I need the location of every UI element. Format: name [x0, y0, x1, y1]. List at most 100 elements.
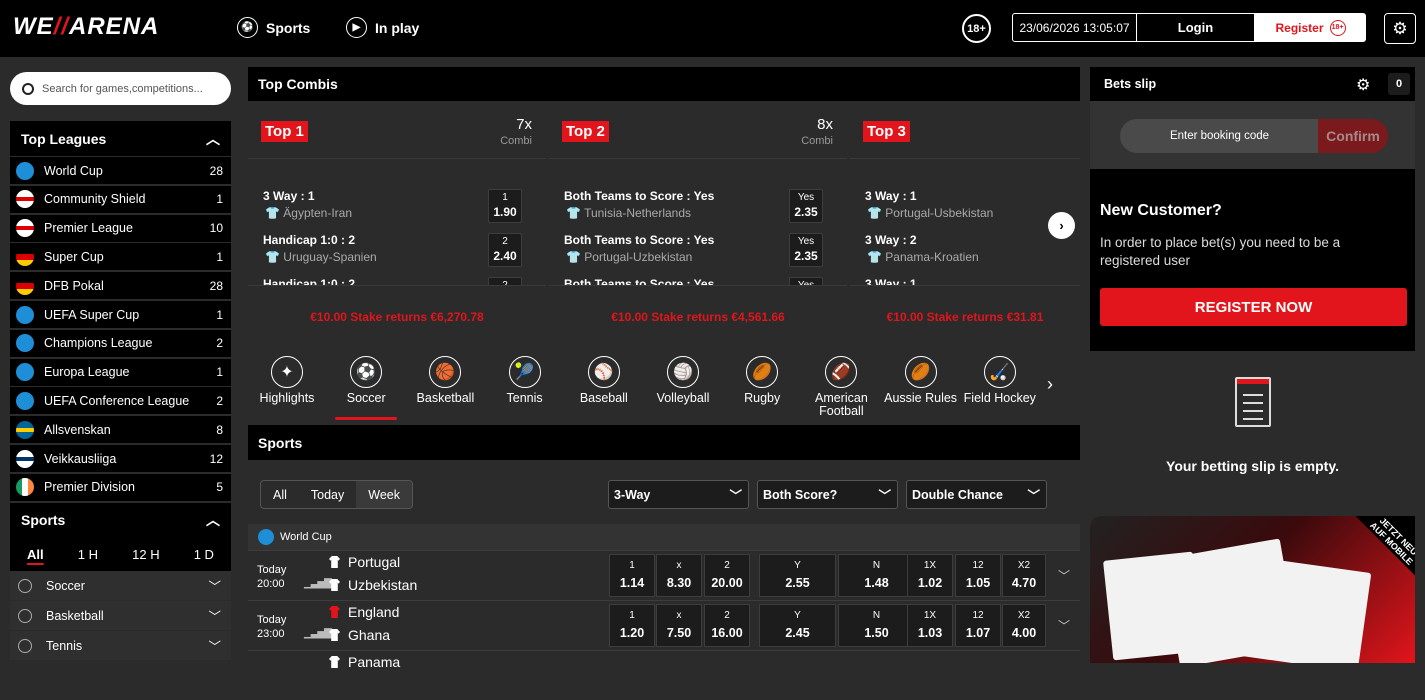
- combis-next-button[interactable]: ›: [1048, 212, 1075, 239]
- combi-returns[interactable]: €10.00 Stake returns €31.81: [850, 285, 1080, 348]
- odd-button[interactable]: 1X 1.03: [907, 604, 953, 647]
- tab-1h[interactable]: 1 H: [78, 547, 98, 562]
- nav-inplay[interactable]: ▶ In play: [346, 17, 419, 38]
- sport-tab-volleyball[interactable]: 🏐 Volleyball: [644, 356, 722, 405]
- league-item[interactable]: Community Shield 1: [10, 184, 231, 213]
- combi-odd[interactable]: Yes 2.35: [789, 233, 823, 267]
- odd-button[interactable]: Y 2.55: [759, 554, 836, 597]
- chevron-down-icon[interactable]: ﹀: [1058, 567, 1070, 584]
- sport-tab-baseball[interactable]: ⚾ Baseball: [565, 356, 643, 405]
- tab-all[interactable]: All: [27, 547, 44, 562]
- flag-icon: [16, 449, 34, 468]
- sport-tab-tennis[interactable]: 🎾 Tennis: [486, 356, 564, 405]
- league-item[interactable]: Premier League 10: [10, 213, 231, 242]
- odd-label: N: [872, 560, 881, 571]
- register-button[interactable]: Register 18+: [1255, 13, 1366, 42]
- odd-button[interactable]: X2 4.00: [1002, 604, 1046, 647]
- stake-label: €10.00 Stake returns: [310, 310, 427, 324]
- tab-1d[interactable]: 1 D: [194, 547, 214, 562]
- selection-pick: Yes: [693, 233, 715, 247]
- market-dropdown-both-score[interactable]: Both Score? ﹀: [757, 480, 898, 509]
- odd-button[interactable]: 1X 1.02: [907, 554, 953, 597]
- search-icon: [22, 82, 34, 95]
- chevron-right-icon: ›: [1059, 218, 1064, 233]
- match-time: Today 20:00: [257, 563, 286, 591]
- odd-button[interactable]: X2 4.70: [1002, 554, 1046, 597]
- flag-icon: [16, 305, 34, 324]
- league-item[interactable]: Allsvenskan 8: [10, 415, 231, 444]
- login-button[interactable]: Login: [1137, 13, 1255, 42]
- match-row[interactable]: Panama: [248, 650, 1080, 700]
- combi-odd[interactable]: 21.65: [488, 277, 522, 285]
- combi-returns[interactable]: €10.00 Stake returns €6,270.78: [248, 285, 546, 348]
- odd-button[interactable]: x 7.50: [656, 604, 702, 647]
- settings-button[interactable]: ⚙: [1384, 13, 1416, 44]
- league-item[interactable]: DFB Pokal 28: [10, 271, 231, 300]
- odd-button[interactable]: 2 16.00: [704, 604, 750, 647]
- odd-button[interactable]: 1 1.14: [609, 554, 655, 597]
- league-item[interactable]: UEFA Super Cup 1: [10, 300, 231, 328]
- league-count: 28: [209, 278, 223, 293]
- logo[interactable]: WE//ARENA: [13, 13, 159, 41]
- top-leagues-header[interactable]: Top Leagues ︿: [10, 121, 231, 156]
- nav-sports[interactable]: ⚽ Sports: [237, 17, 310, 38]
- mobile-promo-banner[interactable]: [1090, 516, 1415, 663]
- market-dropdown-double-chance[interactable]: Double Chance ﹀: [906, 480, 1047, 509]
- sport-tab-highlights[interactable]: ✦ Highlights: [248, 356, 326, 405]
- sport-row-basketball[interactable]: Basketball ﹀: [10, 601, 231, 630]
- league-item[interactable]: Super Cup 1: [10, 242, 231, 271]
- chevron-down-icon[interactable]: ﹀: [1058, 617, 1070, 634]
- odd-button[interactable]: 2 20.00: [704, 554, 750, 597]
- sport-tab-aussie-rules[interactable]: 🏉 Aussie Rules: [882, 356, 960, 405]
- odd-button[interactable]: 1 1.20: [609, 604, 655, 647]
- gear-icon[interactable]: ⚙: [1356, 75, 1370, 95]
- league-count: 2: [216, 393, 223, 408]
- odd-button[interactable]: Y 2.45: [759, 604, 836, 647]
- odd-button[interactable]: 12 1.07: [955, 604, 1001, 647]
- sport-tab-basketball[interactable]: 🏀 Basketball: [406, 356, 484, 405]
- odd-button[interactable]: N 1.50: [838, 604, 915, 647]
- tab-12h[interactable]: 12 H: [132, 547, 159, 562]
- combi-selection: 3 Way : 1 👕 Ägypten-Iran 1 1.90: [263, 189, 531, 231]
- league-item[interactable]: Veikkausliiga 12: [10, 444, 231, 472]
- booking-code-input[interactable]: Enter booking code: [1120, 119, 1319, 153]
- sports-panel-header[interactable]: Sports ︿: [10, 503, 231, 537]
- league-item[interactable]: Champions League 2: [10, 328, 231, 357]
- sport-bar-next-icon[interactable]: ›: [1047, 374, 1053, 395]
- combi-odd[interactable]: Yes 2.35: [789, 189, 823, 223]
- selection-teams: Portugal-Uzbekistan: [584, 250, 693, 264]
- selection-pick: 1: [909, 189, 917, 203]
- odd-button[interactable]: 12 1.05: [955, 554, 1001, 597]
- sport-tab-rugby[interactable]: 🏉 Rugby: [723, 356, 801, 405]
- confirm-button[interactable]: Confirm: [1318, 119, 1388, 153]
- sport-tab-label: Soccer: [346, 391, 386, 405]
- period-week[interactable]: Week: [356, 481, 412, 508]
- match-row[interactable]: Today 23:00 ▁▃▅▇ England Ghana 1 1.20 x 7.50…: [248, 600, 1080, 650]
- sport-row-soccer[interactable]: Soccer ﹀: [10, 571, 231, 600]
- combi-returns[interactable]: €10.00 Stake returns €4,561.66: [549, 285, 847, 348]
- combi-selection: Both Teams to Score : Yes 👕 Norway-Franc…: [564, 277, 832, 285]
- selection-pick: 2: [909, 233, 917, 247]
- register-now-button[interactable]: REGISTER NOW: [1100, 288, 1407, 326]
- league-header-world-cup[interactable]: World Cup: [248, 524, 1080, 550]
- combi-odd[interactable]: 1 1.90: [488, 189, 522, 223]
- period-today[interactable]: Today: [299, 481, 356, 508]
- period-all[interactable]: All: [261, 481, 299, 508]
- sport-row-tennis[interactable]: Tennis ﹀: [10, 631, 231, 660]
- odd-button[interactable]: x 8.30: [656, 554, 702, 597]
- sport-tab-soccer[interactable]: ⚽ Soccer: [327, 356, 405, 420]
- league-item[interactable]: World Cup 28: [10, 156, 231, 184]
- market-dropdown-3way[interactable]: 3-Way ﹀: [608, 480, 749, 509]
- odd-button[interactable]: N 1.48: [838, 554, 915, 597]
- odd-label: x: [676, 560, 682, 571]
- combi-odd[interactable]: 2 2.40: [488, 233, 522, 267]
- combi-odd[interactable]: Yes1.70: [789, 277, 823, 285]
- match-row[interactable]: Today 20:00 ▁▃▅▇ Portugal Uzbekistan 1 1.1…: [248, 550, 1080, 600]
- league-item[interactable]: UEFA Conference League 2: [10, 386, 231, 415]
- sport-tab-field-hockey[interactable]: 🏑 Field Hockey: [961, 356, 1039, 405]
- sport-tab-american-football[interactable]: 🏈 American Football: [802, 356, 880, 418]
- search-input[interactable]: Search for games,competitions...: [10, 72, 231, 105]
- league-item[interactable]: Europa League 1: [10, 357, 231, 386]
- league-item[interactable]: Premier Division 5: [10, 472, 231, 501]
- shirt-icon: 👕: [867, 206, 882, 220]
